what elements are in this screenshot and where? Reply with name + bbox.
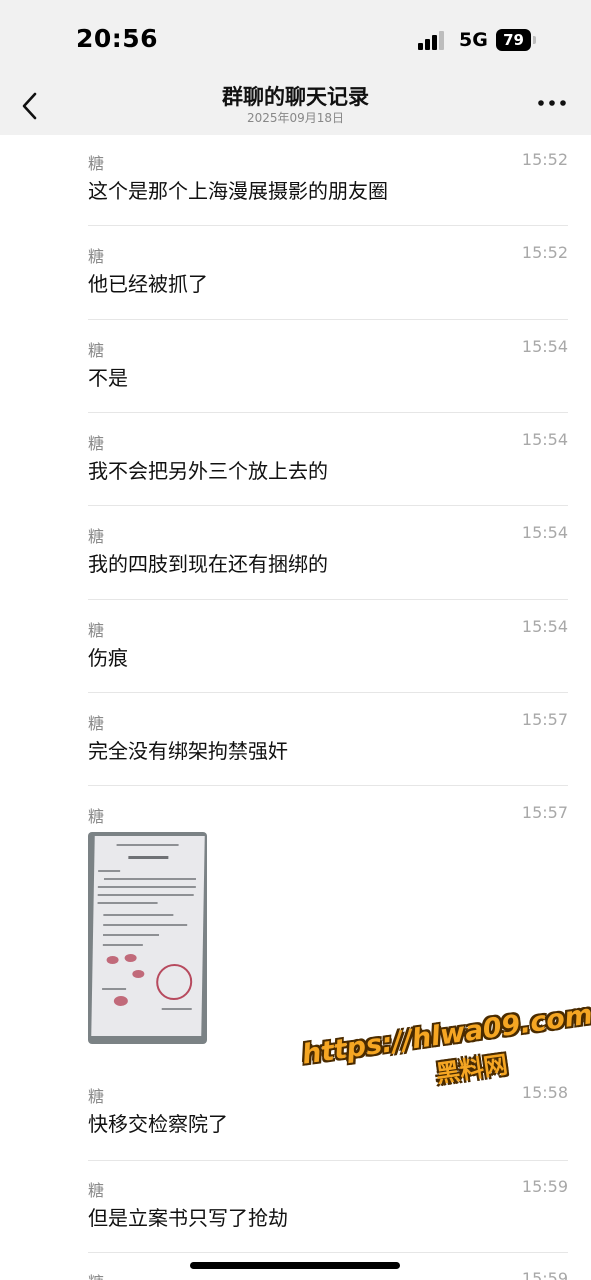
message-sender: 糖: [88, 527, 105, 546]
message-sender: 糖: [88, 807, 105, 826]
message-time: 15:57: [521, 803, 568, 822]
page-title: 群聊的聊天记录: [222, 85, 369, 109]
message-time: 15:52: [521, 243, 568, 262]
divider: [88, 412, 568, 413]
message-sender: 糖: [88, 714, 105, 733]
message-text: 我的四肢到现在还有捆绑的: [88, 552, 328, 576]
message-text: 我不会把另外三个放上去的: [88, 459, 328, 483]
divider: [88, 1160, 568, 1161]
page-subtitle-date: 2025年09月18日: [246, 111, 345, 125]
battery-icon: 79: [496, 29, 536, 51]
battery-level: 79: [496, 29, 531, 51]
status-bar: 20:56 5G 79: [0, 0, 591, 80]
more-button[interactable]: [534, 88, 574, 118]
message-time: 15:52: [521, 150, 568, 169]
nav-bar: 群聊的聊天记录 2025年09月18日: [0, 80, 591, 135]
message-time: 15:59: [521, 1177, 568, 1196]
divider: [88, 692, 568, 693]
message-sender: 糖: [88, 1269, 104, 1280]
message-text: 他已经被抓了: [88, 272, 208, 296]
message-sender: 糖: [88, 621, 105, 640]
message-text: 完全没有绑架拘禁强奸: [88, 739, 288, 763]
message-time: 15:59: [521, 1269, 568, 1280]
network-type: 5G: [459, 29, 488, 51]
message-time: 15:54: [521, 523, 568, 542]
divider: [88, 599, 568, 600]
message-time: 15:54: [521, 430, 568, 449]
status-time: 20:56: [76, 24, 159, 53]
document-photo[interactable]: [88, 832, 207, 1044]
message-sender: 糖: [88, 1087, 105, 1106]
message-time: 15:57: [521, 710, 568, 729]
message-sender: 糖: [88, 1181, 105, 1200]
more-dots-icon: [538, 100, 566, 106]
message-time: 15:54: [521, 337, 568, 356]
message-text: 伤痕: [88, 646, 128, 670]
message-time: 15:54: [521, 617, 568, 636]
divider: [88, 319, 568, 320]
message-text: 但是立案书只写了抢劫: [88, 1206, 288, 1230]
watermark: https://hlwa09.com 黑料网: [300, 999, 591, 1139]
divider: [88, 785, 568, 786]
message-text: 这个是那个上海漫展摄影的朋友圈: [88, 179, 388, 203]
home-indicator[interactable]: [190, 1262, 400, 1269]
message-sender: 糖: [88, 434, 105, 453]
signal-strength-icon: [418, 30, 450, 50]
message-sender: 糖: [88, 247, 105, 266]
message-sender: 糖: [88, 341, 105, 360]
divider: [88, 505, 568, 506]
message-text: 快移交检察院了: [88, 1112, 228, 1136]
divider: [88, 225, 568, 226]
message-sender: 糖: [88, 154, 105, 173]
message-text: 不是: [88, 366, 128, 390]
divider: [88, 1252, 568, 1253]
